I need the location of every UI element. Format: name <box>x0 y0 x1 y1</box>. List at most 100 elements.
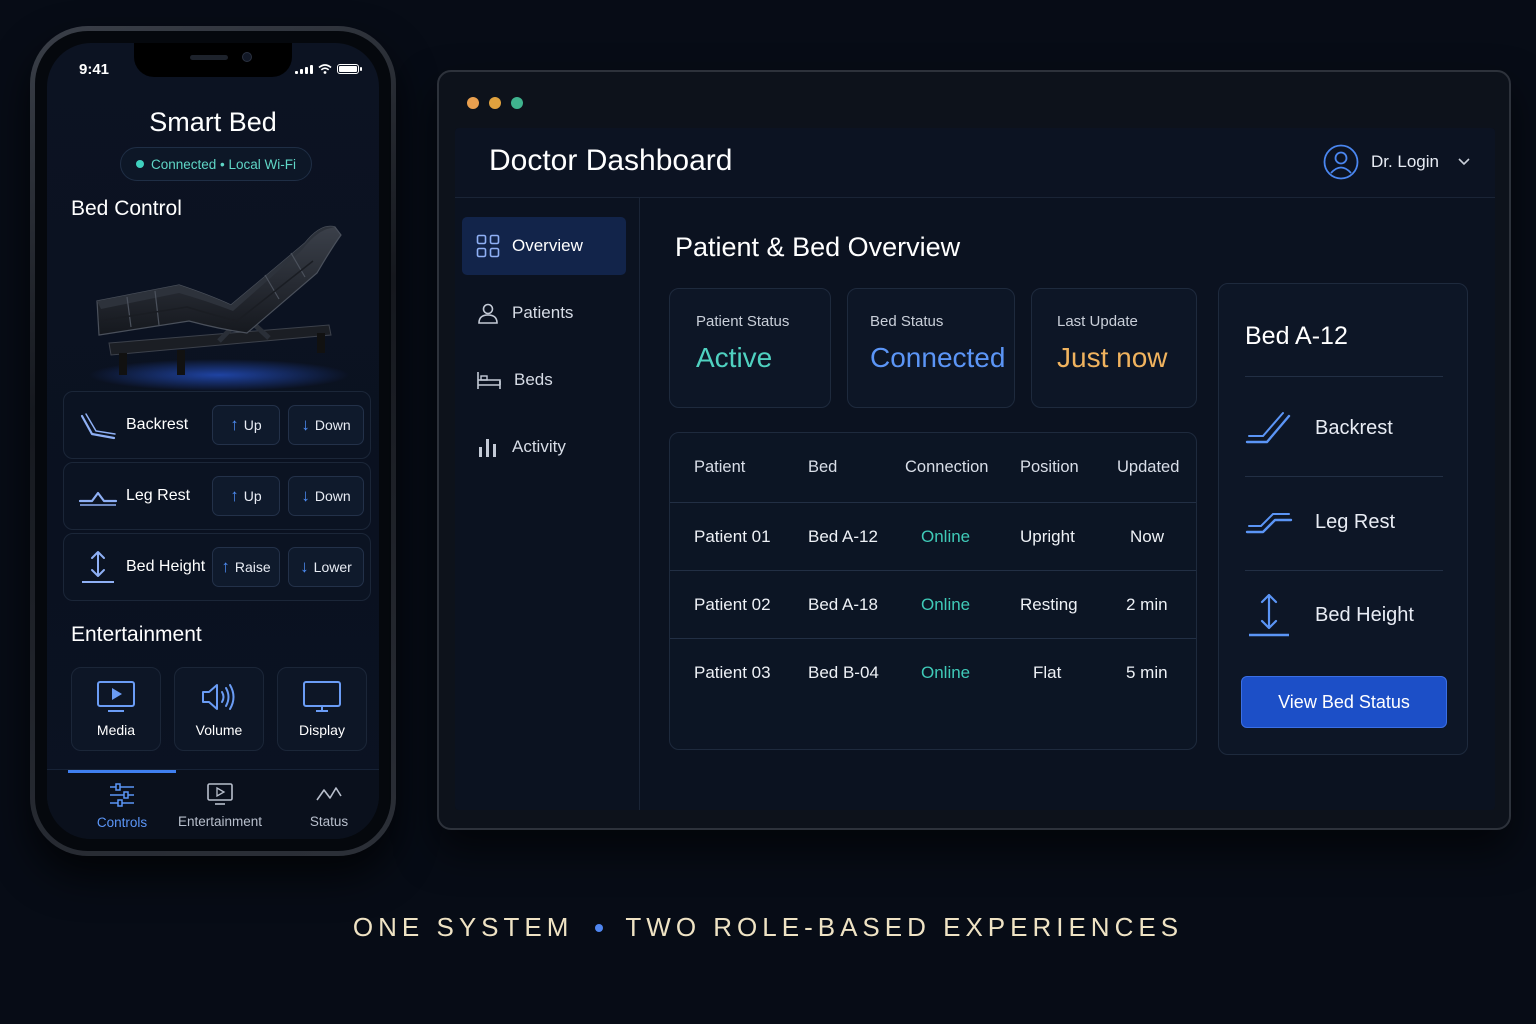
patient-status-value: Active <box>696 342 773 373</box>
backrest-control-row: Backrest ↑ Up ↓ Down <box>63 391 371 459</box>
close-dot-icon[interactable] <box>467 97 479 109</box>
table-row[interactable]: Patient 03 Bed B-04 Online Flat 5 min <box>670 639 1196 707</box>
bed-height-label: Bed Height <box>126 558 206 575</box>
table-cell: Bed A-18 <box>808 594 878 614</box>
volume-button[interactable]: Volume <box>174 667 264 751</box>
table-cell: Now <box>1130 526 1165 546</box>
bed-panel-leg-rest: Leg Rest <box>1245 508 1395 536</box>
phone-notch <box>134 43 292 77</box>
bed-panel-title: Bed A-12 <box>1245 322 1348 350</box>
table-cell: Bed A-12 <box>808 526 878 546</box>
tab-status-label: Status <box>309 813 349 829</box>
wifi-icon <box>318 64 332 74</box>
tab-entertainment[interactable]: Entertainment <box>166 770 274 839</box>
media-icon <box>97 681 135 712</box>
table-cell: Flat <box>1033 663 1062 682</box>
tab-entertainment-label: Entertainment <box>177 813 263 829</box>
pulse-icon <box>316 786 342 800</box>
user-icon <box>478 303 498 324</box>
sidebar-item-overview[interactable]: Overview <box>462 217 626 275</box>
table-cell: Patient 03 <box>694 663 771 682</box>
table-cell: 5 min <box>1126 663 1168 682</box>
bed-icon <box>477 372 501 389</box>
bed-height-lower-label: Lower <box>313 559 352 575</box>
sidebar-item-label: Overview <box>512 236 583 255</box>
leg-rest-icon <box>1245 513 1293 534</box>
connection-status-text: Connected • Local Wi-Fi <box>150 156 297 172</box>
last-update-value: Just now <box>1057 342 1168 373</box>
sidebar-item-label: Patients <box>512 303 574 322</box>
table-header-cell: Updated <box>1117 458 1180 476</box>
connection-status-cell: Online <box>921 526 971 546</box>
table-header-cell: Bed <box>808 458 838 476</box>
bed-height-lower-button[interactable]: ↓ Lower <box>288 547 364 587</box>
arrow-up-icon: ↑ <box>230 415 239 434</box>
sidebar-item-patients[interactable]: Patients <box>462 284 626 342</box>
chevron-down-icon <box>1457 154 1471 170</box>
leg-rest-down-button[interactable]: ↓ Down <box>288 476 364 516</box>
volume-label: Volume <box>195 722 243 738</box>
stat-label: Last Update <box>1057 313 1138 330</box>
bed-panel-bed-height: Bed Height <box>1245 592 1414 638</box>
grid-icon <box>476 234 500 258</box>
backrest-up-button[interactable]: ↑ Up <box>212 405 280 445</box>
bottom-tab-bar: Controls Entertainment Status <box>47 769 379 839</box>
arrow-down-icon: ↓ <box>300 557 309 576</box>
divider <box>1245 476 1443 477</box>
tagline-left: ONE SYSTEM <box>352 912 574 942</box>
maximize-dot-icon[interactable] <box>511 97 523 109</box>
arrow-up-icon: ↑ <box>221 557 230 576</box>
tab-controls-label: Controls <box>96 815 148 830</box>
sidebar-item-label: Activity <box>512 437 566 456</box>
user-menu[interactable]: Dr. Login <box>1323 144 1471 180</box>
table-cell: Patient 01 <box>694 526 771 546</box>
phone-screen: 9:41 Smart Bed Connected • Local Wi-Fi B… <box>47 43 379 839</box>
backrest-down-button[interactable]: ↓ Down <box>288 405 364 445</box>
sidebar-item-activity[interactable]: Activity <box>462 418 626 476</box>
bed-panel-item-label: Leg Rest <box>1315 510 1396 533</box>
adjustable-bed-image <box>89 225 349 391</box>
dashboard-header: Doctor Dashboard Dr. Login <box>455 128 1495 198</box>
tab-status[interactable]: Status <box>275 770 379 839</box>
display-icon <box>303 681 341 712</box>
bed-panel-item-label: Bed Height <box>1315 603 1414 626</box>
bed-height-control-row: Bed Height ↑ Raise ↓ Lower <box>63 533 371 601</box>
backrest-icon <box>76 405 120 445</box>
arrow-down-icon: ↓ <box>301 486 310 505</box>
leg-rest-up-button[interactable]: ↑ Up <box>212 476 280 516</box>
table-row[interactable]: Patient 01 Bed A-12 Online Upright Now <box>670 503 1196 571</box>
battery-icon <box>337 64 362 74</box>
table-cell: 2 min <box>1126 594 1168 614</box>
sidebar: Overview Patients Beds Activity <box>455 198 640 810</box>
leg-rest-label: Leg Rest <box>126 487 191 504</box>
bed-status-value: Connected <box>870 342 1006 373</box>
phone-bezel: 9:41 Smart Bed Connected • Local Wi-Fi B… <box>35 31 391 851</box>
minimize-dot-icon[interactable] <box>489 97 501 109</box>
media-label: Media <box>96 722 136 738</box>
media-button[interactable]: Media <box>71 667 161 751</box>
display-button[interactable]: Display <box>277 667 367 751</box>
dashboard-title: Doctor Dashboard <box>489 144 733 177</box>
table-cell: Patient 02 <box>694 594 771 614</box>
leg-rest-down-label: Down <box>314 488 351 504</box>
app-title: Smart Bed <box>149 107 277 137</box>
last-update-card: Last Update Just now <box>1031 288 1197 408</box>
bed-detail-panel: Bed A-12 Backrest Leg Rest Bed Height Vi… <box>1218 283 1468 755</box>
table-cell: Bed B-04 <box>808 663 879 682</box>
table-header-cell: Connection <box>905 458 989 476</box>
bed-height-raise-button[interactable]: ↑ Raise <box>212 547 280 587</box>
dashboard-screen: Doctor Dashboard Dr. Login Overview Pati… <box>455 128 1495 810</box>
connection-status-cell: Online <box>921 594 971 614</box>
view-bed-status-button[interactable]: View Bed Status <box>1241 676 1447 728</box>
tab-controls[interactable]: Controls <box>68 770 176 839</box>
patient-status-card: Patient Status Active <box>669 288 831 408</box>
volume-icon <box>202 684 235 710</box>
leg-rest-icon <box>76 476 120 516</box>
sidebar-item-beds[interactable]: Beds <box>462 351 626 409</box>
backrest-down-label: Down <box>314 417 351 433</box>
dashboard-window: Doctor Dashboard Dr. Login Overview Pati… <box>437 70 1511 830</box>
bed-height-icon <box>76 547 120 587</box>
bed-height-icon <box>1249 593 1289 637</box>
signal-icon <box>295 65 313 74</box>
table-row[interactable]: Patient 02 Bed A-18 Online Resting 2 min <box>670 571 1196 639</box>
